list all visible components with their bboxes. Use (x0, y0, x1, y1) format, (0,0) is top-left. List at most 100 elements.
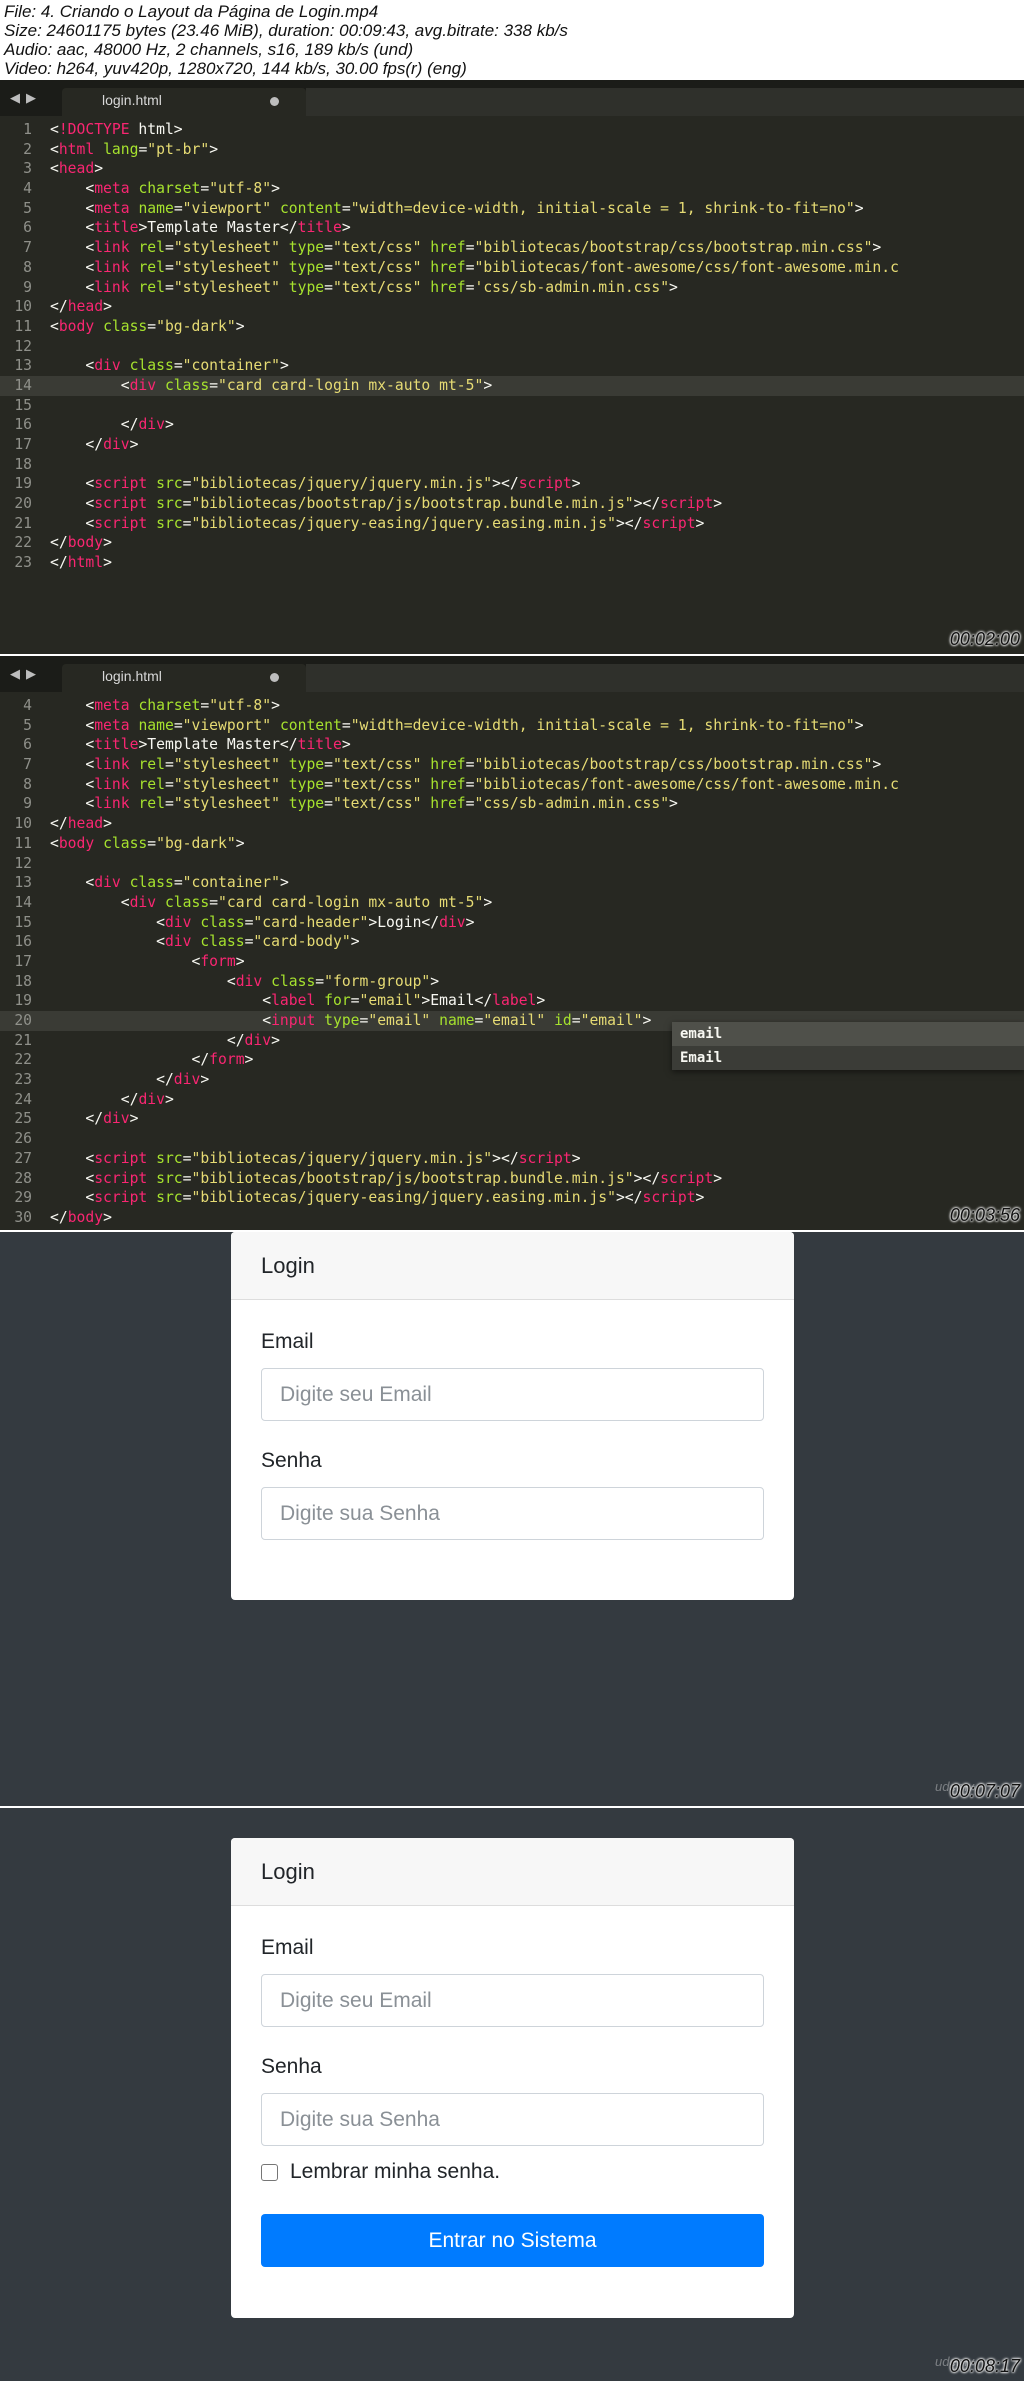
code-text[interactable]: <div class="card-header">Login</div> (50, 913, 474, 933)
code-line[interactable]: 18 (0, 455, 1024, 475)
code-line[interactable]: 30 </body> (0, 1208, 1024, 1228)
code-line[interactable]: 27 <script src="bibliotecas/jquery/jquer… (0, 1149, 1024, 1169)
code-line[interactable]: 23 </html> (0, 553, 1024, 573)
code-line[interactable]: 4 <meta charset="utf-8"> (0, 179, 1024, 199)
code-text[interactable]: <body class="bg-dark"> (50, 317, 245, 337)
code-text[interactable]: <head> (50, 159, 103, 179)
code-line[interactable]: 5 <meta name="viewport" content="width=d… (0, 716, 1024, 736)
code-line[interactable]: 29 <script src="bibliotecas/jquery-easin… (0, 1188, 1024, 1208)
code-text[interactable]: <script src="bibliotecas/bootstrap/js/bo… (50, 1169, 722, 1189)
email-input[interactable] (261, 1368, 764, 1421)
code-text[interactable]: </head> (50, 814, 112, 834)
code-line[interactable]: 14 <div class="card card-login mx-auto m… (0, 893, 1024, 913)
code-line[interactable]: 1 <!DOCTYPE html> (0, 120, 1024, 140)
code-line[interactable]: 8 <link rel="stylesheet" type="text/css"… (0, 775, 1024, 795)
remember-me-label[interactable]: Lembrar minha senha. (290, 2160, 500, 2184)
code-line[interactable]: 23 </div> (0, 1070, 1024, 1090)
code-text[interactable]: </html> (50, 553, 112, 573)
code-text[interactable]: <meta charset="utf-8"> (50, 696, 280, 716)
code-line[interactable]: 26 (0, 1129, 1024, 1149)
code-text[interactable]: <script src="bibliotecas/jquery/jquery.m… (50, 474, 580, 494)
code-line[interactable]: 21 <script src="bibliotecas/jquery-easin… (0, 514, 1024, 534)
code-area[interactable]: 4 <meta charset="utf-8"> 5 <meta name="vi… (0, 696, 1024, 1230)
code-text[interactable]: <script src="bibliotecas/jquery-easing/j… (50, 514, 704, 534)
code-text[interactable]: <div class="card card-login mx-auto mt-5… (50, 893, 492, 913)
code-line[interactable]: 7 <link rel="stylesheet" type="text/css"… (0, 755, 1024, 775)
code-text[interactable]: <link rel="stylesheet" type="text/css" h… (50, 775, 899, 795)
code-line[interactable]: 16 <div class="card-body"> (0, 932, 1024, 952)
code-line[interactable]: 9 <link rel="stylesheet" type="text/css"… (0, 278, 1024, 298)
tab-nav-arrows[interactable]: ◀ ▶ (10, 656, 36, 692)
code-line[interactable]: 19 <script src="bibliotecas/jquery/jquer… (0, 474, 1024, 494)
tab-nav-arrows[interactable]: ◀ ▶ (10, 80, 36, 116)
code-text[interactable]: <div class="form-group"> (50, 972, 439, 992)
code-text[interactable]: </html> (50, 1228, 112, 1230)
password-input[interactable] (261, 1487, 764, 1540)
code-text[interactable]: </div> (50, 1090, 174, 1110)
code-line[interactable]: 19 <label for="email">Email</label> (0, 991, 1024, 1011)
code-text[interactable]: <div class="container"> (50, 356, 288, 376)
code-text[interactable]: <div class="container"> (50, 873, 288, 893)
code-line[interactable]: 17 <form> (0, 952, 1024, 972)
email-input[interactable] (261, 1974, 764, 2027)
unsaved-dot-icon[interactable] (270, 97, 279, 106)
code-text[interactable]: </head> (50, 297, 112, 317)
code-text[interactable]: <html lang="pt-br"> (50, 140, 218, 160)
code-line[interactable]: 20 <script src="bibliotecas/bootstrap/js… (0, 494, 1024, 514)
tab-right-arrow-icon[interactable]: ▶ (26, 90, 36, 106)
autocomplete-item[interactable]: email (672, 1022, 1024, 1046)
code-line[interactable]: 6 <title>Template Master</title> (0, 735, 1024, 755)
tab-left-arrow-icon[interactable]: ◀ (10, 90, 20, 106)
code-line[interactable]: 10 </head> (0, 814, 1024, 834)
code-text[interactable]: </div> (50, 435, 138, 455)
code-line[interactable]: 25 </div> (0, 1109, 1024, 1129)
code-line[interactable]: 3 <head> (0, 159, 1024, 179)
code-line[interactable]: 4 <meta charset="utf-8"> (0, 696, 1024, 716)
code-text[interactable]: <link rel="stylesheet" type="text/css" h… (50, 278, 678, 298)
code-line[interactable]: 6 <title>Template Master</title> (0, 218, 1024, 238)
code-line[interactable]: 11 <body class="bg-dark"> (0, 317, 1024, 337)
tab-login-html[interactable]: login.html (62, 88, 306, 116)
code-line[interactable]: 14 <div class="card card-login mx-auto m… (0, 375, 1024, 396)
code-text[interactable]: <label for="email">Email</label> (50, 991, 545, 1011)
code-line[interactable]: 24 </div> (0, 1090, 1024, 1110)
remember-me-checkbox[interactable] (261, 2163, 278, 2181)
code-text[interactable]: </body> (50, 533, 112, 553)
code-line[interactable]: 13 <div class="container"> (0, 356, 1024, 376)
login-submit-button[interactable]: Entrar no Sistema (261, 2214, 764, 2267)
code-text[interactable]: <meta name="viewport" content="width=dev… (50, 716, 863, 736)
tab-right-arrow-icon[interactable]: ▶ (26, 666, 36, 682)
code-text[interactable]: <form> (50, 952, 244, 972)
code-text[interactable]: </form> (50, 1050, 253, 1070)
code-line[interactable]: 28 <script src="bibliotecas/bootstrap/js… (0, 1169, 1024, 1189)
code-line[interactable]: 9 <link rel="stylesheet" type="text/css"… (0, 794, 1024, 814)
code-line[interactable]: 18 <div class="form-group"> (0, 972, 1024, 992)
code-text[interactable]: </div> (50, 1031, 280, 1051)
autocomplete-item[interactable]: Email (672, 1046, 1024, 1070)
code-text[interactable]: <!DOCTYPE html> (50, 120, 183, 140)
tab-login-html[interactable]: login.html (62, 664, 306, 692)
code-line[interactable]: 8 <link rel="stylesheet" type="text/css"… (0, 258, 1024, 278)
code-line[interactable]: 12 (0, 854, 1024, 874)
password-input[interactable] (261, 2093, 764, 2146)
code-line[interactable]: 17 </div> (0, 435, 1024, 455)
code-text[interactable]: <body class="bg-dark"> (50, 834, 245, 854)
code-line[interactable]: 7 <link rel="stylesheet" type="text/css"… (0, 238, 1024, 258)
code-text[interactable]: <script src="bibliotecas/jquery/jquery.m… (50, 1149, 580, 1169)
code-text[interactable]: </div> (50, 1109, 138, 1129)
code-text[interactable]: <link rel="stylesheet" type="text/css" h… (50, 794, 678, 814)
code-line[interactable]: 11 <body class="bg-dark"> (0, 834, 1024, 854)
code-line[interactable]: 10 </head> (0, 297, 1024, 317)
code-line[interactable]: 12 (0, 337, 1024, 357)
code-text[interactable]: <script src="bibliotecas/jquery-easing/j… (50, 1188, 704, 1208)
code-text[interactable]: <div class="card card-login mx-auto mt-5… (50, 376, 492, 396)
code-text[interactable]: <link rel="stylesheet" type="text/css" h… (50, 238, 881, 258)
unsaved-dot-icon[interactable] (270, 673, 279, 682)
code-text[interactable]: <div class="card-body"> (50, 932, 359, 952)
code-line[interactable]: 2 <html lang="pt-br"> (0, 140, 1024, 160)
remember-me-row[interactable]: Lembrar minha senha. (261, 2158, 764, 2186)
code-text[interactable]: </body> (50, 1208, 112, 1228)
code-line[interactable]: 13 <div class="container"> (0, 873, 1024, 893)
tab-left-arrow-icon[interactable]: ◀ (10, 666, 20, 682)
code-line[interactable]: 15 (0, 396, 1024, 416)
